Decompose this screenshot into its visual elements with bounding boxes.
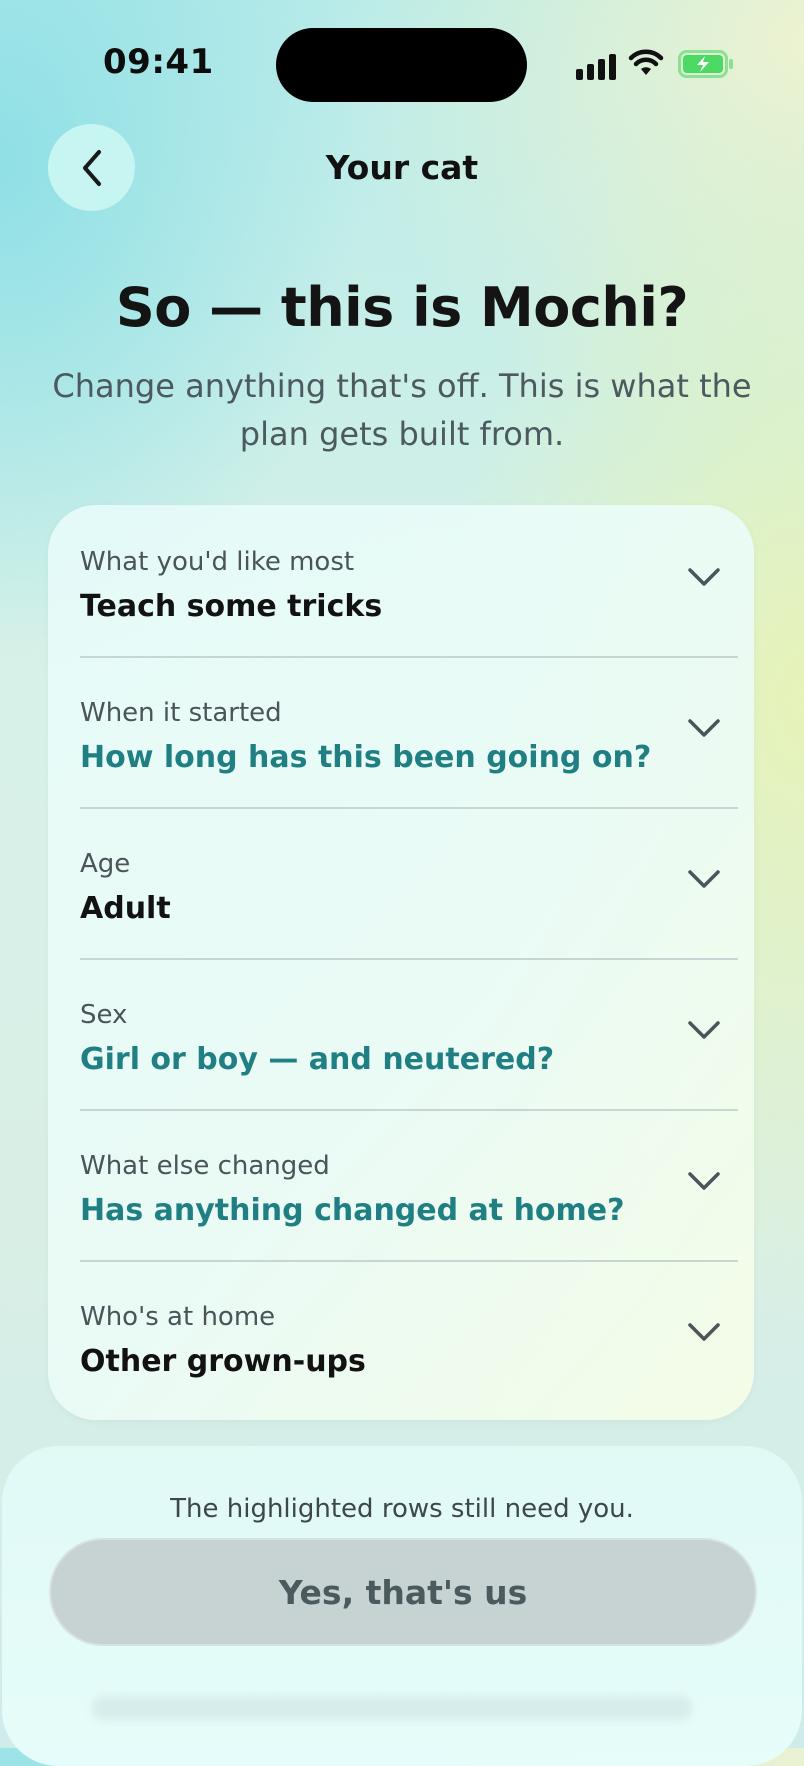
row-label: Age <box>80 849 131 879</box>
row-label: When it started <box>80 698 282 728</box>
chevron-down-icon <box>688 719 720 737</box>
row-label: What else changed <box>80 1151 330 1181</box>
cellular-signal-icon <box>576 50 616 80</box>
row-label: What you'd like most <box>80 547 355 577</box>
chevron-down-icon <box>688 1021 720 1039</box>
row-what-changed[interactable]: What else changed Has anything changed a… <box>48 1109 754 1260</box>
row-value: Teach some tricks <box>80 589 383 624</box>
row-goal[interactable]: What you'd like most Teach some tricks <box>48 505 754 656</box>
row-whos-at-home[interactable]: Who's at home Other grown-ups <box>48 1260 754 1411</box>
row-sex[interactable]: Sex Girl or boy — and neutered? <box>48 958 754 1109</box>
row-value: How long has this been going on? <box>80 740 652 775</box>
page-title: Your cat <box>325 148 479 187</box>
row-value: Adult <box>80 891 171 926</box>
row-age[interactable]: Age Adult <box>48 807 754 958</box>
headline: So — this is Mochi? <box>115 276 689 339</box>
row-value: Girl or boy — and neutered? <box>80 1042 555 1077</box>
blurred-content <box>92 1696 692 1720</box>
status-time: 09:41 <box>103 42 214 82</box>
battery-charging-icon <box>678 50 733 78</box>
confirm-button[interactable]: Yes, that's us <box>49 1538 757 1646</box>
dynamic-island <box>276 28 527 102</box>
bottom-action-panel: The highlighted rows still need you. Yes… <box>2 1446 802 1766</box>
row-label: Who's at home <box>80 1302 276 1332</box>
chevron-down-icon <box>688 568 720 586</box>
row-when-started[interactable]: When it started How long has this been g… <box>48 656 754 807</box>
chevron-down-icon <box>688 1323 720 1341</box>
app-header: Your cat <box>0 118 804 218</box>
hint-text: The highlighted rows still need you. <box>170 1494 634 1524</box>
subtitle: Change anything that's off. This is what… <box>52 367 752 453</box>
status-bar: 09:41 <box>0 0 804 130</box>
row-value: Other grown-ups <box>80 1344 366 1379</box>
row-label: Sex <box>80 1000 128 1030</box>
chevron-down-icon <box>688 1172 720 1190</box>
cat-details-card: What you'd like most Teach some tricks W… <box>48 505 754 1420</box>
row-value: Has anything changed at home? <box>80 1193 625 1228</box>
wifi-icon <box>628 49 664 75</box>
chevron-down-icon <box>688 870 720 888</box>
